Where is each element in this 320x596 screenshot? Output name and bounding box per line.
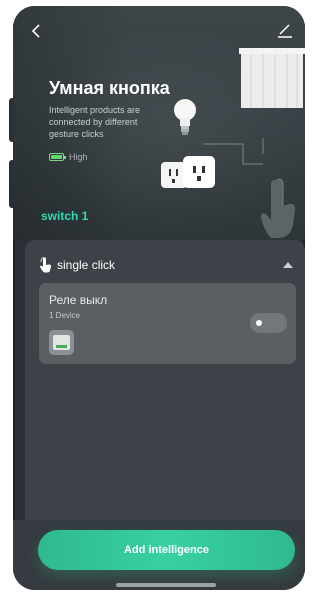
tap-hand-icon [40, 257, 52, 273]
home-indicator[interactable] [116, 583, 216, 587]
blinds-illustration [239, 48, 305, 108]
light-bulb-illustration [174, 99, 196, 135]
toggle-knob [256, 320, 262, 326]
battery-status: High [49, 152, 88, 162]
connection-lines [203, 138, 264, 165]
automation-rule-card[interactable]: Реле выкл 1 Device [39, 283, 296, 364]
hero-banner: Умная кнопка Intelligent products are co… [13, 6, 305, 240]
phone-screen: Умная кнопка Intelligent products are co… [13, 6, 305, 590]
battery-full-icon [49, 153, 66, 161]
edit-button[interactable] [277, 23, 295, 41]
pencil-icon [278, 24, 292, 38]
chevron-left-icon [31, 24, 40, 38]
back-button[interactable] [31, 23, 47, 41]
hand-illustration [260, 178, 296, 238]
page-title: Умная кнопка [49, 78, 170, 98]
single-click-section-header[interactable]: single click [39, 256, 293, 274]
section-label: single click [57, 258, 116, 272]
rule-toggle-switch[interactable] [250, 313, 287, 333]
page-subtitle: Intelligent products are connected by di… [49, 105, 141, 139]
relay-device-icon [49, 330, 74, 355]
caret-up-icon[interactable] [283, 262, 293, 268]
add-intelligence-button[interactable]: Add intelligence [38, 530, 295, 570]
rule-name: Реле выкл [49, 293, 108, 307]
switch-name[interactable]: switch 1 [41, 209, 88, 223]
battery-label: High [69, 152, 88, 162]
rule-device-count: 1 Device [49, 311, 81, 320]
